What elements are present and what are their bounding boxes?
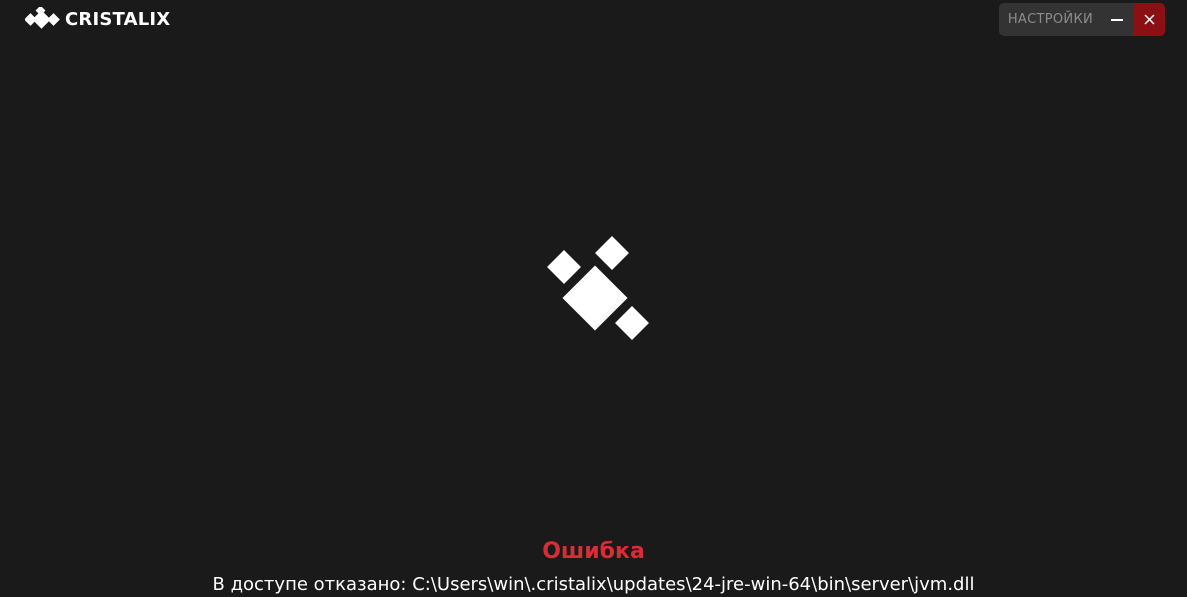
loader-diamond-right [615,306,649,340]
error-message: В доступе отказано: C:\Users\win\.crista… [212,574,975,595]
brand-name: CRISTALIX [65,9,171,30]
brand-logo: CRISTALIX [25,7,170,33]
cristalix-diamonds-logo-icon [25,7,60,29]
error-title: Ошибка [542,539,645,564]
close-icon [1143,14,1155,25]
loader-diamond-left [547,250,581,284]
settings-button[interactable]: НАСТРОЙКИ [999,3,1101,36]
launcher-window: CRISTALIX НАСТРОЙКИ Ошибка В доступе отк… [0,0,1187,597]
window-controls: НАСТРОЙКИ [998,3,1165,36]
minimize-button[interactable] [1101,3,1133,36]
close-button[interactable] [1133,3,1165,36]
minimize-icon [1111,18,1123,21]
cristalix-loading-spinner-icon [547,236,649,340]
loader-diamond-top [595,236,629,270]
